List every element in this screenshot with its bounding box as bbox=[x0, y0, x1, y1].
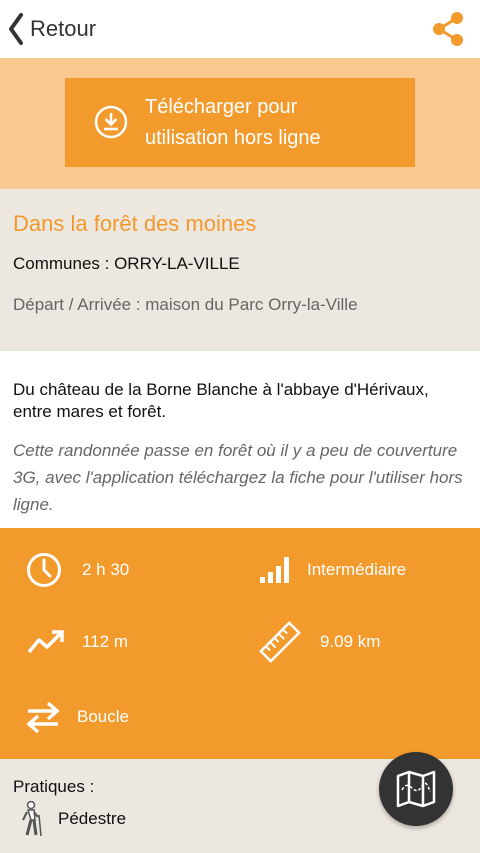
description-section: Du château de la Borne Blanche à l'abbay… bbox=[0, 351, 480, 528]
top-bar: Retour bbox=[0, 0, 480, 58]
share-icon bbox=[433, 12, 463, 46]
communes-text: Communes : ORRY-LA-VILLE bbox=[13, 254, 240, 273]
back-button[interactable]: Retour bbox=[8, 10, 96, 48]
pratique-label: Pédestre bbox=[58, 809, 127, 828]
map-button[interactable] bbox=[379, 752, 453, 826]
pratique-item: Pédestre bbox=[18, 801, 126, 837]
hike-title: Dans la forêt des moines bbox=[13, 211, 257, 236]
stat-elevation: 112 m bbox=[27, 628, 128, 656]
elevation-value: 112 m bbox=[82, 632, 128, 651]
back-label: Retour bbox=[30, 16, 97, 41]
clock-icon bbox=[27, 553, 61, 587]
stat-distance: 9.09 km bbox=[259, 621, 380, 663]
stat-type: Boucle bbox=[26, 700, 129, 734]
map-icon bbox=[396, 770, 436, 808]
share-button[interactable] bbox=[430, 10, 466, 48]
stats-panel: 2 h 30 Intermédiaire 112 m 9.09 km Boucl… bbox=[0, 528, 480, 759]
duration-value: 2 h 30 bbox=[82, 560, 130, 579]
hike-info: Dans la forêt des moines Communes : ORRY… bbox=[0, 189, 480, 351]
download-label-line2: utilisation hors ligne bbox=[145, 127, 321, 149]
pratiques-title: Pratiques : bbox=[13, 777, 95, 796]
stat-duration: 2 h 30 bbox=[26, 552, 129, 588]
download-section: Télécharger pour utilisation hors ligne bbox=[0, 58, 480, 189]
download-label-line1: Télécharger pour bbox=[145, 96, 298, 118]
stat-difficulty: Intermédiaire bbox=[260, 557, 406, 583]
hiker-icon bbox=[22, 801, 42, 837]
loop-arrows-icon bbox=[26, 701, 60, 734]
difficulty-bars-icon bbox=[260, 557, 289, 583]
chevron-left-icon bbox=[9, 13, 23, 45]
ruler-icon bbox=[259, 621, 301, 663]
depart-text: Départ / Arrivée : maison du Parc Orry-l… bbox=[13, 295, 358, 314]
download-offline-button[interactable]: Télécharger pour utilisation hors ligne bbox=[65, 78, 415, 167]
download-label: Télécharger pour utilisation hors ligne bbox=[145, 92, 405, 154]
distance-value: 9.09 km bbox=[320, 632, 381, 651]
difficulty-value: Intermédiaire bbox=[307, 560, 407, 579]
description-main: Du château de la Borne Blanche à l'abbay… bbox=[13, 380, 429, 421]
elevation-trend-icon bbox=[27, 630, 64, 654]
type-value: Boucle bbox=[77, 707, 129, 726]
description-note: Cette randonnée passe en forêt où il y a… bbox=[13, 441, 463, 514]
download-icon bbox=[94, 105, 128, 139]
